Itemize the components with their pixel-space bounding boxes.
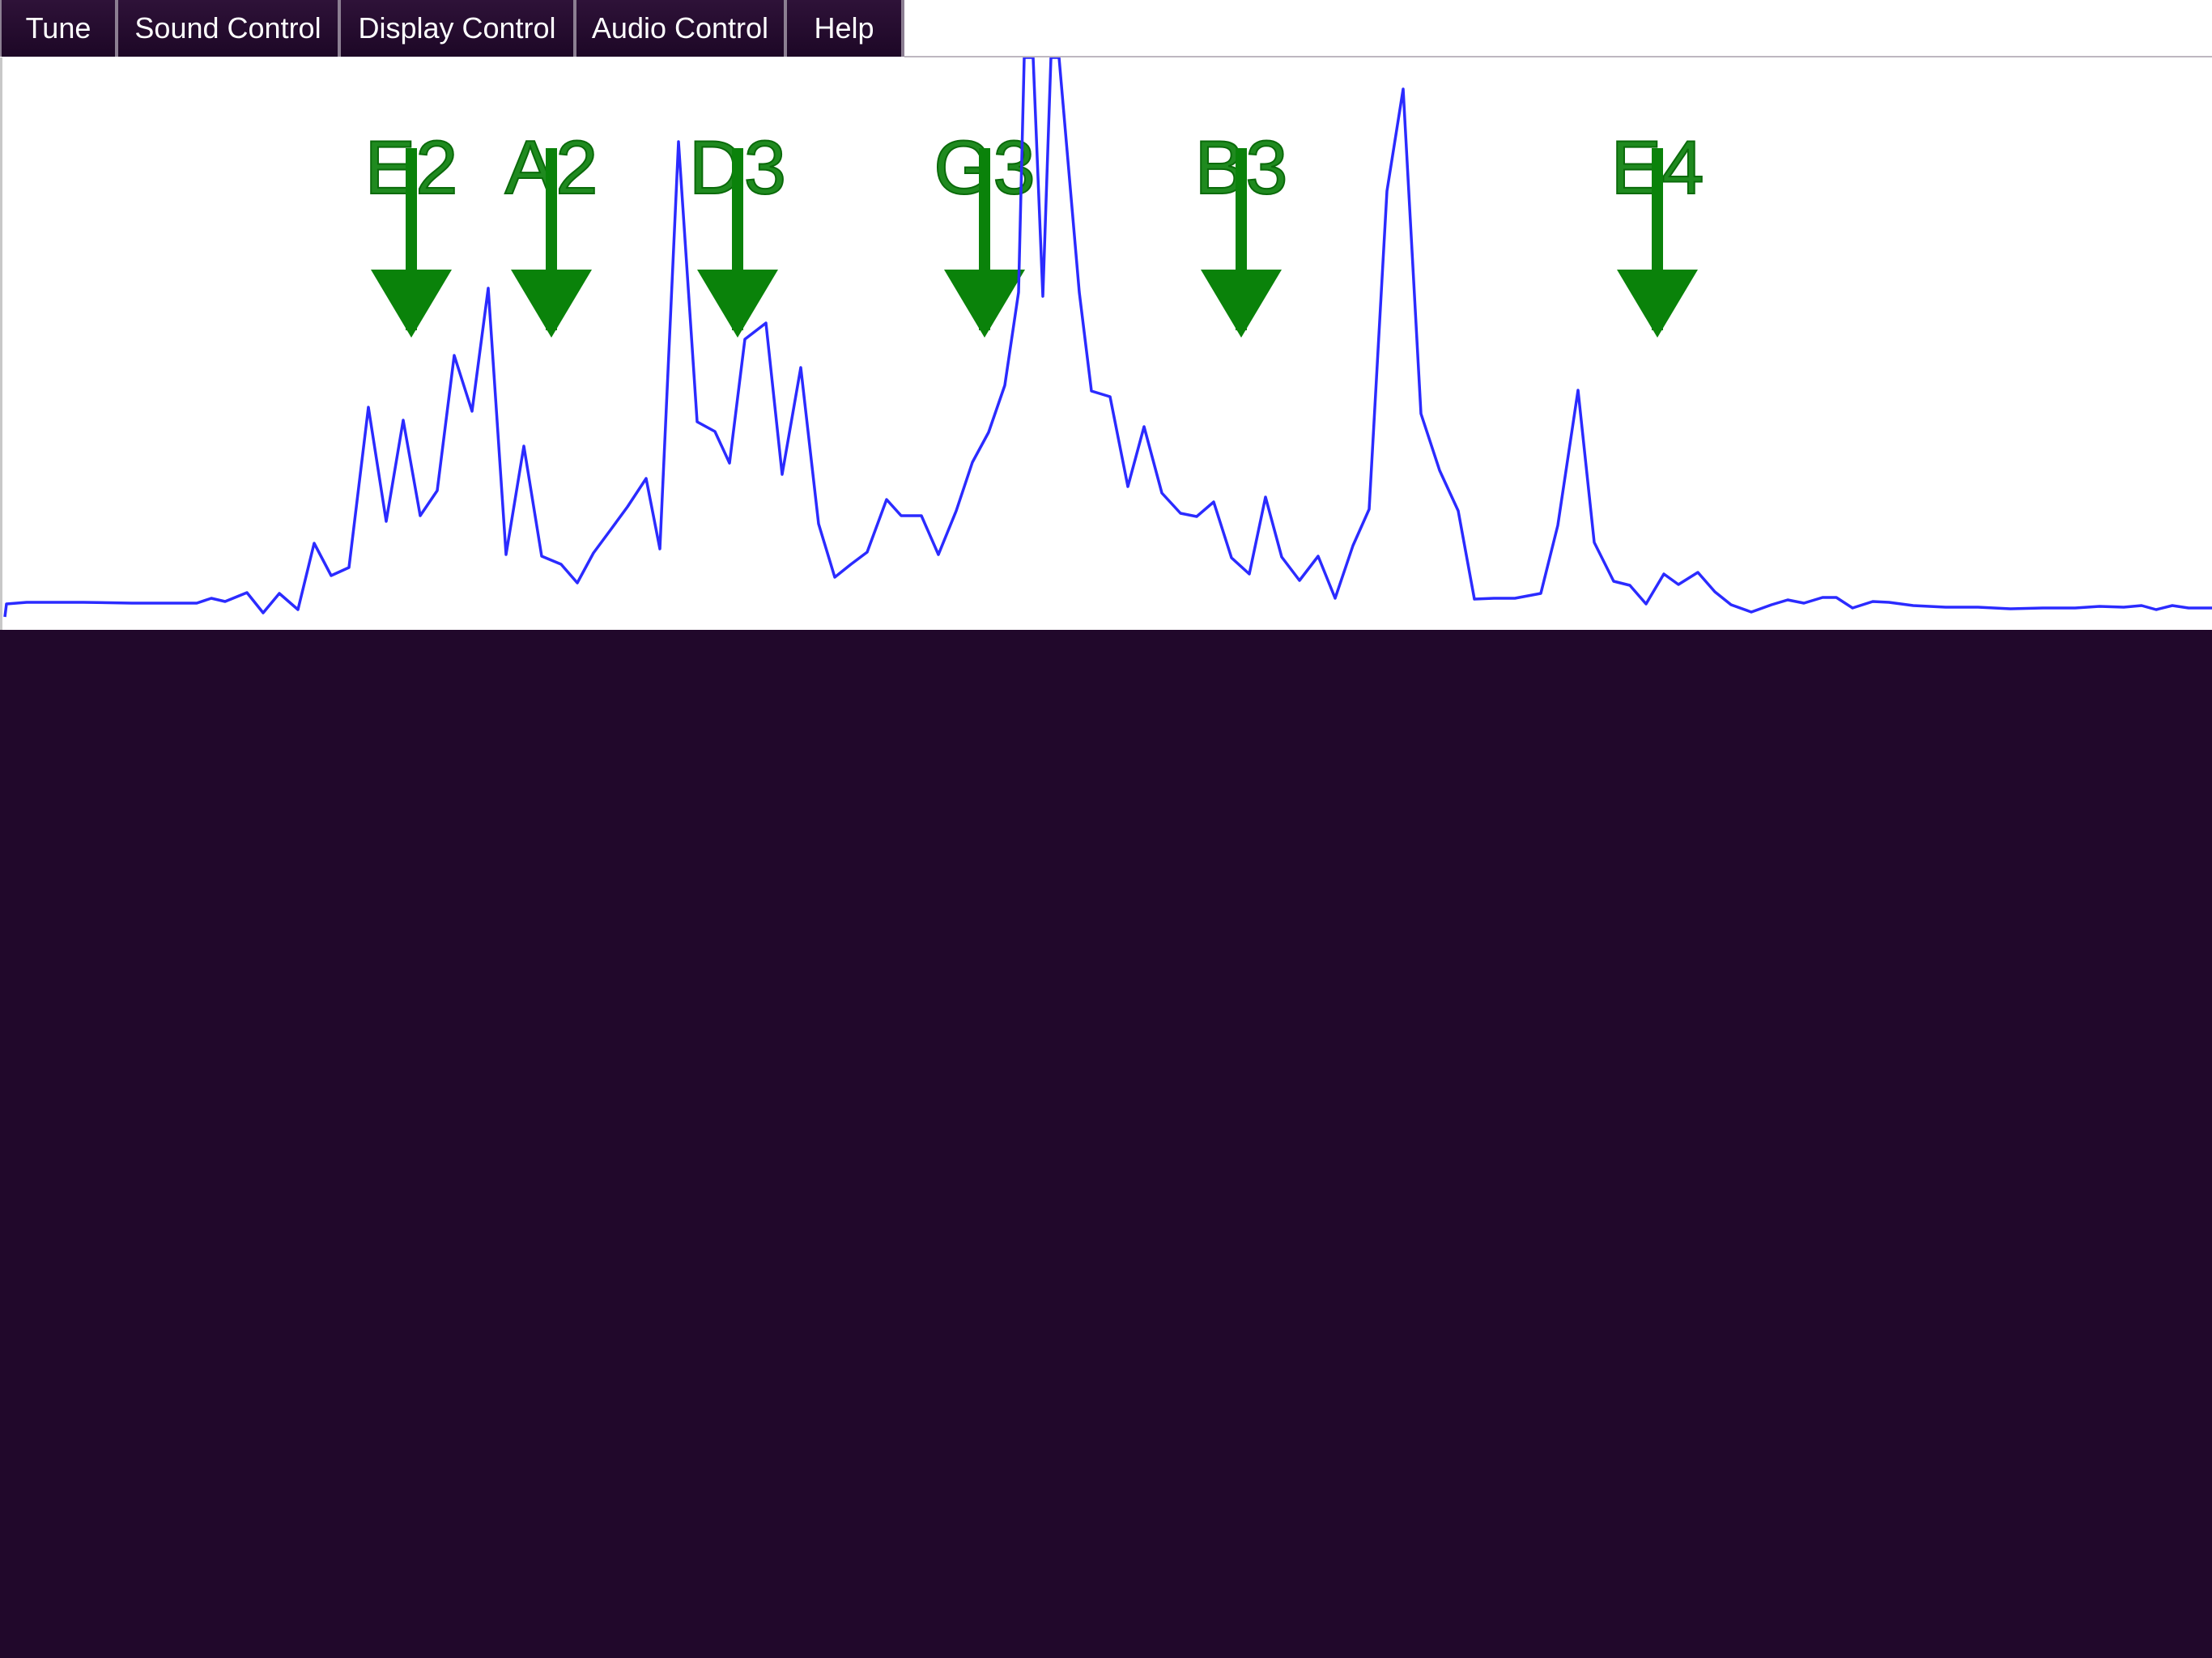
- spectrum-display[interactable]: E2 A2 D3 G3 B3: [0, 57, 2212, 630]
- tab-audio-control[interactable]: Audio Control: [576, 0, 787, 57]
- spectrum-canvas: E2 A2 D3 G3 B3: [3, 57, 2212, 618]
- note-marker-e2: E2: [364, 124, 458, 338]
- spectrum-trace: [3, 57, 2212, 618]
- tab-display-control[interactable]: Display Control: [341, 0, 576, 57]
- tuner-app: Tune Sound Control Display Control Audio…: [0, 0, 2212, 1658]
- note-arrow-head-e4: [1617, 270, 1698, 338]
- note-arrow-head-e2: [371, 270, 452, 338]
- note-arrow-head-b3: [1201, 270, 1282, 338]
- menu-bar-spacer: [904, 0, 2212, 57]
- note-marker-e4: E4: [1610, 124, 1704, 338]
- note-marker-d3: D3: [688, 124, 787, 338]
- tab-help[interactable]: Help: [787, 0, 904, 57]
- note-marker-b3: B3: [1194, 124, 1288, 338]
- note-marker-a2: A2: [504, 124, 598, 338]
- menu-bar: Tune Sound Control Display Control Audio…: [0, 0, 2212, 57]
- tab-sound-control[interactable]: Sound Control: [118, 0, 341, 57]
- note-arrow-head-a2: [511, 270, 592, 338]
- tuner-background-area: [0, 630, 2212, 1658]
- tab-tune[interactable]: Tune: [0, 0, 118, 57]
